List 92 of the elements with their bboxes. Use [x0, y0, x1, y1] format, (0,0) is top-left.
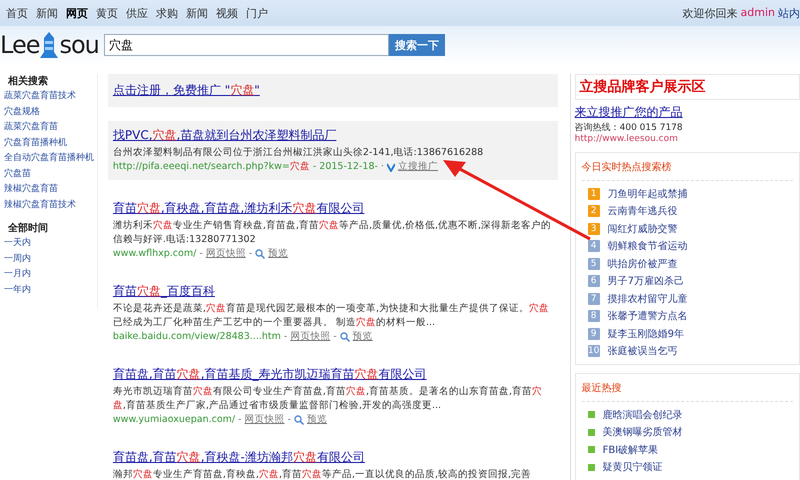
preview-link[interactable]: 预览 — [307, 413, 327, 427]
nav-link[interactable]: 门户 — [246, 6, 268, 20]
nav-link[interactable]: 视频 — [216, 6, 238, 20]
user-link[interactable]: admin — [740, 6, 775, 20]
result-title-link[interactable]: 育苗穴盘_百度百科 — [112, 283, 553, 300]
snapshot-link[interactable]: 网页快照 — [206, 247, 246, 261]
result-description: 台州农泽塑料制品有限公司位于浙江台州椒江洪家山头徐2-141,电话:13867616288 — [112, 146, 484, 160]
hot-search-link[interactable]: 张庭被误当乞丐 — [608, 344, 678, 358]
rank-badge: 6 — [588, 275, 600, 288]
logo-icon — [40, 32, 58, 58]
rank-badge: 8 — [588, 310, 600, 322]
result-description: 潍坊利禾穴盘专业生产销售育秧盘,育苗盘,育苗穴盘等产品,质量优,价格低,优惠不断,深得新老客户的信赖与好评.电话:13280771302 — [112, 219, 552, 247]
panel-title: 最近热搜 — [582, 378, 793, 402]
hotline-text: 咨询热线：400 015 7178 — [574, 122, 684, 134]
logo-text: sou — [59, 32, 99, 58]
hot-search-link[interactable]: 鹿晗演唱会创纪录 — [602, 408, 683, 422]
sidebar-link[interactable]: 辣椒穴盘育苗技术 — [4, 198, 97, 213]
hot-search-link[interactable]: 疑李玉刚隐婚9年 — [608, 326, 684, 341]
hot-search-link[interactable]: 张馨予遭警方点名 — [608, 309, 688, 324]
rank-badge: 2 — [588, 205, 600, 218]
sidebar-link[interactable]: 穴盘规格 — [4, 104, 97, 120]
sidebar-link[interactable]: 一周内 — [4, 252, 97, 267]
nav-link[interactable]: 供应 — [126, 6, 148, 20]
sidebar-link[interactable]: 一年内 — [4, 282, 97, 298]
ad-label-link[interactable]: 立搜推广 — [398, 160, 438, 174]
hot-search-link[interactable]: 哄抬房价被严查 — [608, 256, 678, 271]
hot-search-link[interactable]: 云南青年逃兵役 — [608, 204, 678, 218]
brand-title: 立搜品牌客户展示区 — [580, 79, 706, 95]
welcome-text: 欢迎你回来 — [682, 6, 738, 20]
hot-search-link[interactable]: 疑黄贝宁领证 — [602, 460, 663, 474]
hot-search-link[interactable]: 朝鲜粮食节省运动 — [608, 239, 688, 254]
hot-search-link[interactable]: 美澳钢曝劣质管材 — [602, 425, 683, 440]
separator-text: - — [199, 247, 203, 261]
sidebar-link[interactable]: 辣椒穴盘育苗 — [4, 182, 97, 198]
nav-link[interactable]: 网页 — [66, 6, 88, 20]
rank-badge: 7 — [588, 292, 600, 305]
nav-link[interactable]: 求购 — [156, 6, 178, 20]
bullet-icon — [588, 446, 595, 454]
bullet-icon — [588, 428, 595, 436]
separator-text: - — [248, 247, 252, 261]
sidebar-heading: 全部时间 — [7, 222, 49, 235]
sidebar-heading: 相关搜索 — [6, 74, 49, 88]
brand-url: http://www.leesou.com — [574, 134, 679, 144]
hot-search-link[interactable]: 闯红灯威胁交警 — [608, 222, 678, 236]
separator-text: - — [238, 413, 242, 427]
bullet-icon — [588, 464, 595, 471]
preview-link[interactable]: 预览 — [268, 247, 288, 261]
nav-link[interactable]: 新闻 — [36, 6, 58, 20]
search-icon — [340, 332, 350, 342]
hot-search-link[interactable]: 男子7万雇凶杀己 — [608, 274, 684, 288]
search-button[interactable]: 搜索一下 — [389, 34, 445, 56]
separator-text: - — [284, 330, 288, 344]
search-field[interactable]: 穴盘 — [104, 34, 389, 56]
brand-promo-link[interactable]: 来立搜推广您的产品 — [574, 104, 800, 121]
hot-search-link[interactable]: 摸排农村留守儿童 — [608, 292, 688, 306]
search-icon — [255, 249, 266, 259]
nav-link[interactable]: 新闻 — [186, 6, 208, 20]
result-description: 寿光市凯迈瑞育苗穴盘有限公司专业生产育苗盘,育苗穴盘,育苗基质。是著名的山东育苗盘,育苗穴盘,育苗基质生产厂家,产品通过省市级质量监督部门检验,开发的高强度更... — [112, 385, 543, 413]
snapshot-link[interactable]: 网页快照 — [290, 330, 330, 344]
sidebar-link[interactable]: 蔬菜穴盘育苗 — [4, 120, 97, 136]
rank-badge: 1 — [588, 188, 600, 200]
sidebar-link[interactable]: 一天内 — [4, 236, 97, 252]
sidebar-link[interactable]: 穴盘育苗播种机 — [4, 136, 97, 151]
preview-link[interactable]: 预览 — [352, 330, 373, 344]
rank-badge: 9 — [588, 328, 600, 340]
result-description: 瀚邦穴盘专业生产育苗盘,育秧盘,穴盘,育苗穴盘等产品,一直以优良的品质,较高的投资回报,完善 — [112, 468, 532, 480]
verified-icon — [386, 162, 395, 172]
result-url: www.yumiaoxuepan.com/ — [112, 413, 236, 427]
sidebar-link[interactable]: 全自动穴盘育苗播种机 — [4, 151, 97, 166]
result-url: http://pifa.eeeqi.net/search.php?kw=穴盘 - 2015-12-18- · — [112, 160, 384, 174]
hot-search-link[interactable]: FBI破解苹果 — [602, 442, 658, 457]
separator-text: - — [288, 413, 291, 427]
sidebar-link[interactable]: 穴盘苗 — [4, 166, 97, 182]
rank-badge: 10 — [588, 345, 600, 358]
rank-badge: 5 — [588, 258, 600, 270]
result-url: baike.baidu.com/view/28483....htm — [112, 330, 281, 344]
hot-search-link[interactable]: 刀鱼明年起或禁捕 — [608, 186, 688, 201]
result-description: 不论是花卉还是蔬菜,穴盘育苗是现代园艺最根本的一项变革,为快捷和大批量生产提供了保证。穴盘 已经成为工厂化种苗生产工艺中的一个重要器具。 制造穴盘的材料一般... — [112, 302, 550, 330]
nav-link[interactable]: 黄页 — [96, 6, 118, 20]
rank-badge: 4 — [588, 240, 600, 252]
snapshot-link[interactable]: 网页快照 — [244, 413, 285, 427]
nav-link[interactable]: 首页 — [6, 6, 28, 20]
sidebar-link[interactable]: 蔬菜穴盘育苗技术 — [4, 89, 97, 104]
separator-text: - — [333, 330, 337, 344]
bullet-icon — [588, 411, 595, 418]
logo-text: Lee — [0, 32, 40, 58]
sidebar-link[interactable]: 一月内 — [4, 267, 97, 282]
rank-badge: 3 — [588, 222, 600, 235]
search-icon — [294, 415, 304, 425]
result-url: www.wflhxp.com/ — [112, 247, 196, 261]
site-link[interactable]: 站内 — [778, 6, 800, 20]
panel-title: 今日实时热点搜索榜 — [582, 157, 793, 181]
